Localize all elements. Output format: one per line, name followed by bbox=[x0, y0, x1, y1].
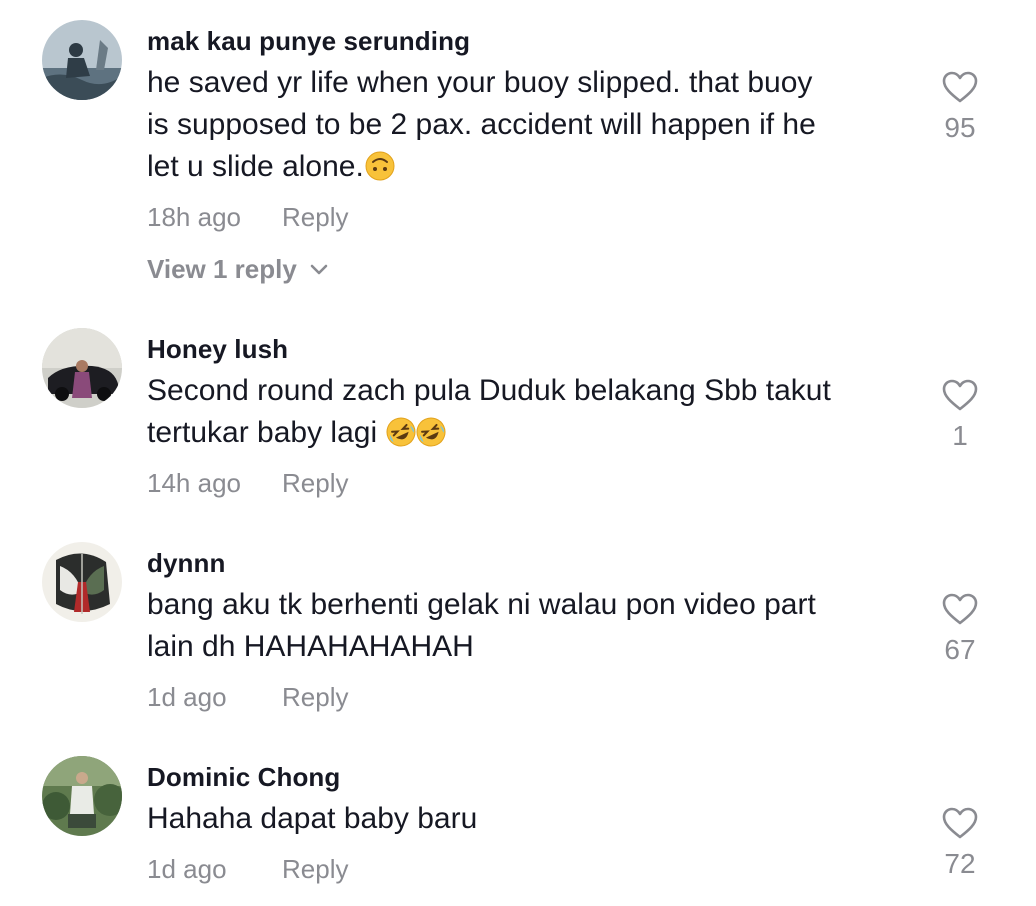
avatar[interactable] bbox=[42, 328, 122, 408]
like-button[interactable]: 67 bbox=[930, 592, 990, 666]
like-count: 1 bbox=[952, 420, 968, 451]
comment-text-content: Hahaha dapat baby baru bbox=[147, 802, 478, 835]
comment-text-content: Second round zach pula Duduk belakang Sb… bbox=[147, 374, 831, 449]
comment-timestamp: 14h ago bbox=[147, 468, 241, 498]
upside-down-face-emoji-icon bbox=[365, 151, 395, 181]
like-button[interactable]: 72 bbox=[930, 806, 990, 880]
comment-timestamp: 1d ago bbox=[147, 682, 227, 712]
chevron-down-icon bbox=[310, 264, 328, 275]
comment-username[interactable]: Dominic Chong bbox=[147, 762, 340, 793]
rolling-laughing-emoji-icon bbox=[386, 417, 416, 447]
like-count: 72 bbox=[944, 848, 976, 879]
like-button[interactable]: 95 bbox=[930, 70, 990, 144]
avatar[interactable] bbox=[42, 756, 122, 836]
reply-button[interactable]: Reply bbox=[282, 468, 348, 499]
comment-text: bang aku tk berhenti gelak ni walau pon … bbox=[147, 584, 917, 668]
comment-username[interactable]: mak kau punye serunding bbox=[147, 26, 470, 57]
view-replies-button[interactable]: View 1 reply bbox=[147, 254, 329, 285]
view-replies-label: View 1 reply bbox=[147, 254, 297, 284]
heart-outline-icon bbox=[942, 379, 978, 411]
comment-text-content: he saved yr life when your buoy slipped.… bbox=[147, 66, 816, 183]
like-button[interactable]: 1 bbox=[930, 378, 990, 452]
rolling-laughing-emoji-icon bbox=[416, 417, 446, 447]
reply-button[interactable]: Reply bbox=[282, 202, 348, 233]
avatar[interactable] bbox=[42, 542, 122, 622]
heart-outline-icon bbox=[942, 807, 978, 839]
like-count: 95 bbox=[944, 112, 976, 143]
comment-username[interactable]: dynnn bbox=[147, 548, 226, 579]
comment-text: he saved yr life when your buoy slipped.… bbox=[147, 62, 917, 188]
reply-button[interactable]: Reply bbox=[282, 682, 348, 713]
heart-outline-icon bbox=[942, 593, 978, 625]
comment-timestamp: 18h ago bbox=[147, 202, 241, 232]
comment-text: Hahaha dapat baby baru bbox=[147, 798, 917, 840]
comment-meta: 1d ago Reply bbox=[147, 682, 348, 713]
comment-text-content: bang aku tk berhenti gelak ni walau pon … bbox=[147, 588, 816, 663]
reply-button[interactable]: Reply bbox=[282, 854, 348, 885]
comment-meta: 18h ago Reply bbox=[147, 202, 348, 233]
comment-username[interactable]: Honey lush bbox=[147, 334, 288, 365]
comment-meta: 14h ago Reply bbox=[147, 468, 348, 499]
heart-outline-icon bbox=[942, 71, 978, 103]
comment-meta: 1d ago Reply bbox=[147, 854, 348, 885]
avatar[interactable] bbox=[42, 20, 122, 100]
comment-timestamp: 1d ago bbox=[147, 854, 227, 884]
comment-text: Second round zach pula Duduk belakang Sb… bbox=[147, 370, 917, 454]
like-count: 67 bbox=[944, 634, 976, 665]
